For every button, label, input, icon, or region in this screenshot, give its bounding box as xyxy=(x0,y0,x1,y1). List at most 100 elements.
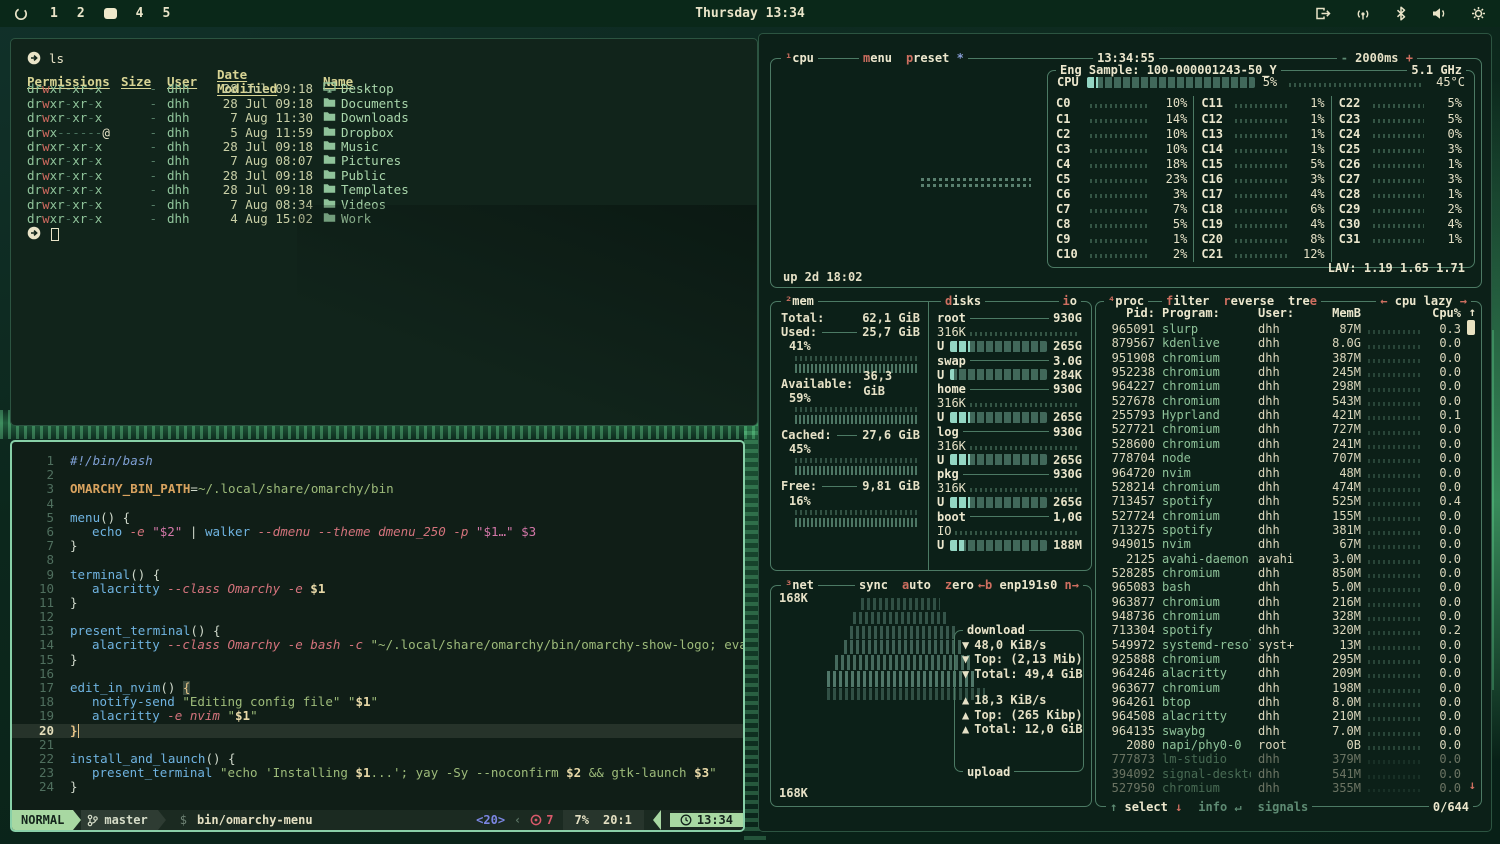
process-row[interactable]: 964246alacrittydhh209M0.0 xyxy=(1103,666,1461,680)
core-usage: 10% xyxy=(1153,96,1187,110)
process-row[interactable]: 713457spotifydhh525M0.4 xyxy=(1103,494,1461,508)
disk-name-row: pkg930G xyxy=(937,467,1082,481)
process-row[interactable]: 394092signal-desktopdhh541M0.0 xyxy=(1103,767,1461,781)
settings-icon[interactable] xyxy=(1471,6,1486,21)
process-cpu-graph xyxy=(1368,416,1420,420)
core-graph xyxy=(1373,164,1424,168)
scroll-down-icon[interactable]: ↓ xyxy=(1469,778,1476,792)
process-cpu-graph xyxy=(1368,574,1420,578)
select-action[interactable]: ↑ select ↓ xyxy=(1110,800,1182,814)
line-number: 12 xyxy=(12,610,70,624)
process-row[interactable]: 964135swaybgdhh7.0M0.0 xyxy=(1103,724,1461,738)
core-label: C25 xyxy=(1339,142,1369,156)
process-row[interactable]: 948736chromiumdhh328M0.0 xyxy=(1103,609,1461,623)
process-pid: 951908 xyxy=(1103,351,1155,365)
process-row[interactable]: 879567kdenlivedhh8.0G0.0 xyxy=(1103,336,1461,350)
process-row[interactable]: 527678chromiumdhh543M0.0 xyxy=(1103,394,1461,408)
process-pid: 777873 xyxy=(1103,752,1155,766)
process-user: dhh xyxy=(1258,695,1304,709)
editor-lines[interactable]: 1#!/bin/bash23OMARCHY_BIN_PATH=~/.local/… xyxy=(12,442,743,810)
process-row[interactable]: 965083bashdhh5.0M0.0 xyxy=(1103,580,1461,594)
cpu-tab-preset *[interactable]: preset * xyxy=(906,51,964,65)
core-label: C18 xyxy=(1201,202,1231,216)
disk-name: pkg xyxy=(937,467,959,481)
col-header-user[interactable]: User: xyxy=(1258,306,1304,320)
process-row[interactable]: 528600chromiumdhh241M0.0 xyxy=(1103,437,1461,451)
process-row[interactable]: 925888chromiumdhh295M0.0 xyxy=(1103,652,1461,666)
process-row[interactable]: 964261btopdhh8.0M0.0 xyxy=(1103,695,1461,709)
process-row[interactable]: 713304spotifydhh320M0.2 xyxy=(1103,623,1461,637)
process-row[interactable]: 964720nvimdhh48M0.0 xyxy=(1103,465,1461,479)
download-label: download xyxy=(963,623,1029,637)
update-interval[interactable]: - 2000ms + xyxy=(1337,51,1417,65)
workspace-1[interactable]: 1 xyxy=(50,6,58,21)
col-header-pid[interactable]: Pid: xyxy=(1103,306,1155,320)
code-text: } xyxy=(70,539,743,553)
net-interface[interactable]: ←b enp191s0 n→ xyxy=(974,578,1083,592)
process-row[interactable]: 527724chromiumdhh155M0.0 xyxy=(1103,508,1461,522)
process-row[interactable]: 2125avahi-daemonavahi3.0M0.0 xyxy=(1103,552,1461,566)
scrollbar-thumb[interactable] xyxy=(1467,320,1475,335)
process-row[interactable]: 964227chromiumdhh298M0.0 xyxy=(1103,379,1461,393)
process-row[interactable]: 963677chromiumdhh198M0.0 xyxy=(1103,681,1461,695)
net-tab-auto[interactable]: auto xyxy=(902,578,931,592)
scroll-up-icon[interactable]: ↑ xyxy=(1469,305,1476,319)
net-tab-zero[interactable]: zero xyxy=(945,578,974,592)
process-row[interactable]: 2080napi/phy0-0root0B0.0 xyxy=(1103,738,1461,752)
process-row[interactable]: 255793Hyprlanddhh421M0.1 xyxy=(1103,408,1461,422)
process-row[interactable]: 964508alacrittydhh210M0.0 xyxy=(1103,709,1461,723)
disk-name-row: log930G xyxy=(937,425,1082,439)
process-row[interactable]: 528285chromiumdhh850M0.0 xyxy=(1103,566,1461,580)
disk-used-row: U284K xyxy=(937,368,1082,382)
editor-line: 5menu() { xyxy=(12,511,743,525)
workspace-5[interactable]: 5 xyxy=(162,6,170,21)
logout-icon[interactable] xyxy=(1315,6,1331,21)
process-name: chromium xyxy=(1162,781,1251,792)
process-row[interactable]: 965091slurpdhh87M0.3 xyxy=(1103,322,1461,336)
core-label: C12 xyxy=(1201,112,1231,126)
disk-activity: 316K xyxy=(937,396,966,410)
process-row[interactable]: 952238chromiumdhh245M0.0 xyxy=(1103,365,1461,379)
process-row[interactable]: 951908chromiumdhh387M0.0 xyxy=(1103,351,1461,365)
workspace-active[interactable] xyxy=(104,8,117,19)
selection-count: <20> xyxy=(476,813,505,827)
process-row[interactable]: 528214chromiumdhh474M0.0 xyxy=(1103,480,1461,494)
file-user: dhh xyxy=(167,111,207,125)
col-header-memb[interactable]: MemB xyxy=(1311,306,1361,320)
signals-action[interactable]: signals xyxy=(1258,800,1309,814)
cpu-core-row: C77% xyxy=(1056,202,1187,217)
network-icon[interactable] xyxy=(1355,6,1371,21)
process-cpu-graph xyxy=(1368,502,1420,506)
process-row[interactable]: 527721chromiumdhh727M0.0 xyxy=(1103,422,1461,436)
file-permissions: drwxr-xr-x xyxy=(27,154,111,168)
process-cpu: 0.0 xyxy=(1427,666,1461,680)
workspace-2[interactable]: 2 xyxy=(77,6,85,21)
btop-window[interactable]: ¹cpu menupreset * 13:34:55 - 2000ms + En… xyxy=(758,33,1492,832)
file-date: 28 Jul 09:18 xyxy=(217,97,313,111)
process-pid: 2125 xyxy=(1103,552,1155,566)
disk-used-value: 265G xyxy=(1053,453,1082,467)
bluetooth-icon[interactable] xyxy=(1395,6,1407,21)
info-action[interactable]: info ↵ xyxy=(1198,800,1241,814)
workspaces: 1 2 4 5 xyxy=(50,6,170,21)
process-row[interactable]: 778704nodedhh707M0.0 xyxy=(1103,451,1461,465)
process-row[interactable]: 963877chromiumdhh216M0.0 xyxy=(1103,595,1461,609)
col-header-cpu[interactable]: Cpu% xyxy=(1427,306,1461,320)
workspace-4[interactable]: 4 xyxy=(136,6,144,21)
editor-line: 7} xyxy=(12,539,743,553)
process-row[interactable]: 527950chromiumdhh355M0.0 xyxy=(1103,781,1461,792)
cpu-tab-menu[interactable]: menu xyxy=(863,51,892,65)
net-tab-sync[interactable]: sync xyxy=(859,578,888,592)
editor-window[interactable]: 1#!/bin/bash23OMARCHY_BIN_PATH=~/.local/… xyxy=(10,440,745,832)
process-row[interactable]: 713275spotifydhh381M0.0 xyxy=(1103,523,1461,537)
volume-icon[interactable] xyxy=(1431,6,1447,21)
terminal-window-ls[interactable]: ls PermissionsSizeUserDate ModifiedName … xyxy=(10,38,758,426)
process-cpu-graph xyxy=(1368,445,1420,449)
line-number: 23 xyxy=(12,766,70,780)
omarchy-logo-icon[interactable] xyxy=(14,7,28,21)
process-row[interactable]: 949015nvimdhh67M0.0 xyxy=(1103,537,1461,551)
col-header-program[interactable]: Program: xyxy=(1162,306,1251,320)
cpu-core-row: C010% xyxy=(1056,96,1187,111)
process-row[interactable]: 777873lm-studiodhh379M0.0 xyxy=(1103,752,1461,766)
process-row[interactable]: 549972systemd-resolvesyst+13M0.0 xyxy=(1103,638,1461,652)
